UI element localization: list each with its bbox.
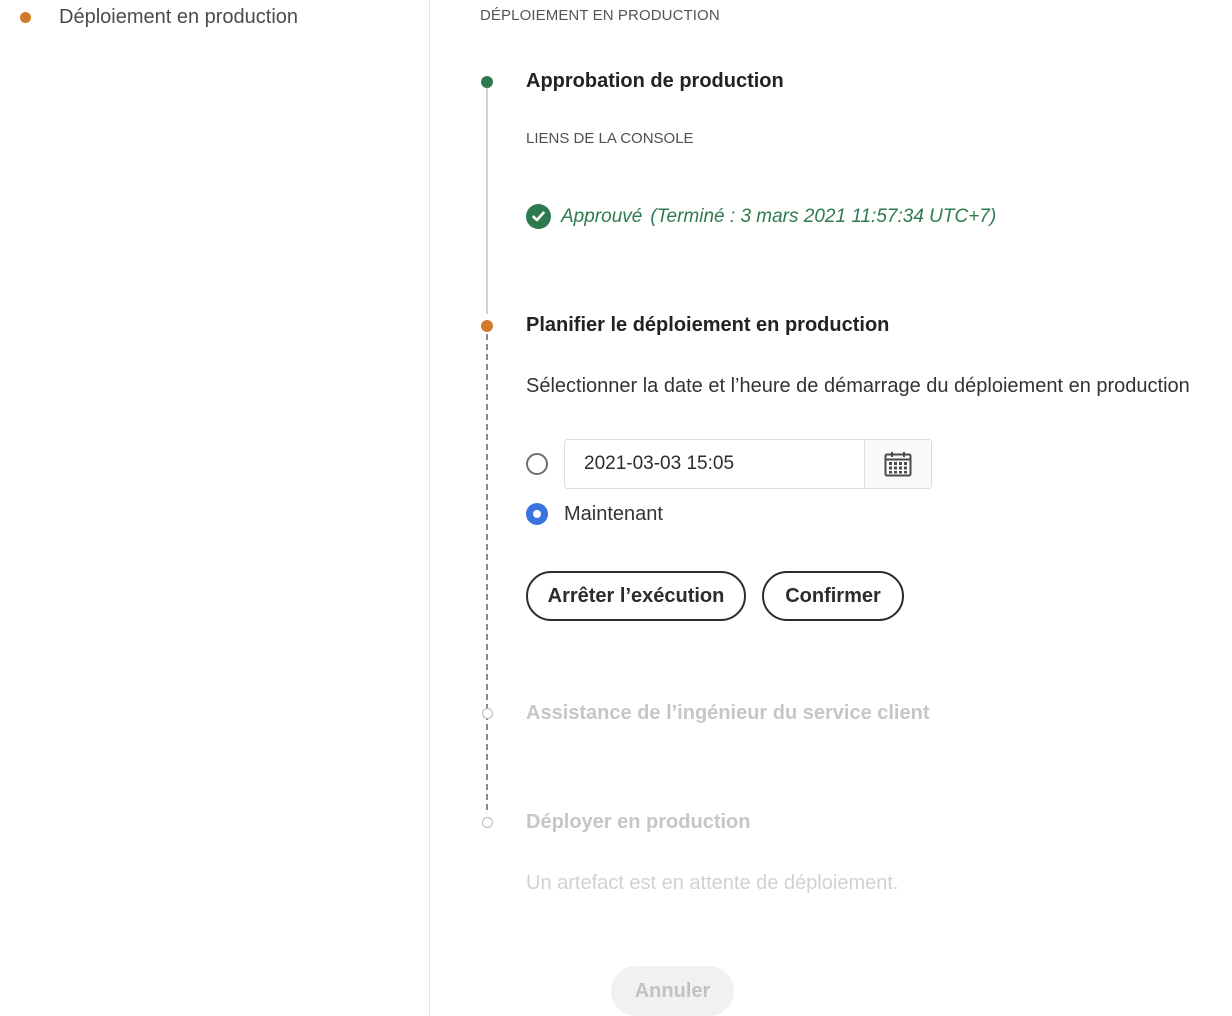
radio-now[interactable] (526, 503, 548, 525)
check-circle-icon (526, 204, 551, 229)
stop-execution-button[interactable]: Arrêter l’exécution (526, 571, 746, 621)
step-title-deploy-production: Déployer en production (526, 811, 751, 833)
step-title-csm-assistance: Assistance de l’ingénieur du service cli… (526, 702, 930, 724)
status-dot-icon (20, 11, 31, 23)
step-done-dot-icon (481, 76, 493, 88)
pending-deploy-description: Un artefact est en attente de déploiemen… (526, 872, 899, 894)
timeline-connector-pending (486, 334, 488, 810)
radio-scheduled-datetime[interactable] (526, 453, 548, 475)
approved-label: Approuvé (561, 205, 643, 227)
datetime-picker: 2021-03-03 15:05 (564, 439, 932, 489)
main-panel: DÉPLOIEMENT EN PRODUCTION Approbation de… (431, 0, 1232, 1016)
approval-status: Approuvé (Terminé : 3 mars 2021 11:57:34… (526, 204, 996, 229)
section-heading: DÉPLOIEMENT EN PRODUCTION (480, 7, 720, 24)
step-title-approval: Approbation de production (526, 70, 784, 92)
step-pending-dot-icon (482, 708, 493, 719)
calendar-icon (884, 452, 912, 477)
confirm-button[interactable]: Confirmer (762, 571, 904, 621)
sidebar-item-production-deployment[interactable]: Déploiement en production (20, 2, 298, 32)
app-root: Déploiement en production DÉPLOIEMENT EN… (0, 0, 1232, 1016)
approved-detail: (Terminé : 3 mars 2021 11:57:34 UTC+7) (650, 205, 997, 227)
sidebar: Déploiement en production (0, 0, 430, 1016)
step-active-dot-icon (481, 320, 493, 332)
calendar-button[interactable] (865, 440, 931, 488)
sidebar-item-label: Déploiement en production (59, 5, 299, 28)
step-title-schedule: Planifier le déploiement en production (526, 314, 890, 336)
console-links-heading: LIENS DE LA CONSOLE (526, 130, 694, 147)
schedule-description: Sélectionner la date et l’heure de démar… (526, 375, 1190, 397)
step-pending-dot-icon (482, 817, 493, 828)
timeline-connector-completed (486, 88, 488, 314)
radio-now-label[interactable]: Maintenant (564, 503, 663, 526)
datetime-input[interactable]: 2021-03-03 15:05 (565, 440, 865, 488)
cancel-button[interactable]: Annuler (611, 966, 734, 1016)
